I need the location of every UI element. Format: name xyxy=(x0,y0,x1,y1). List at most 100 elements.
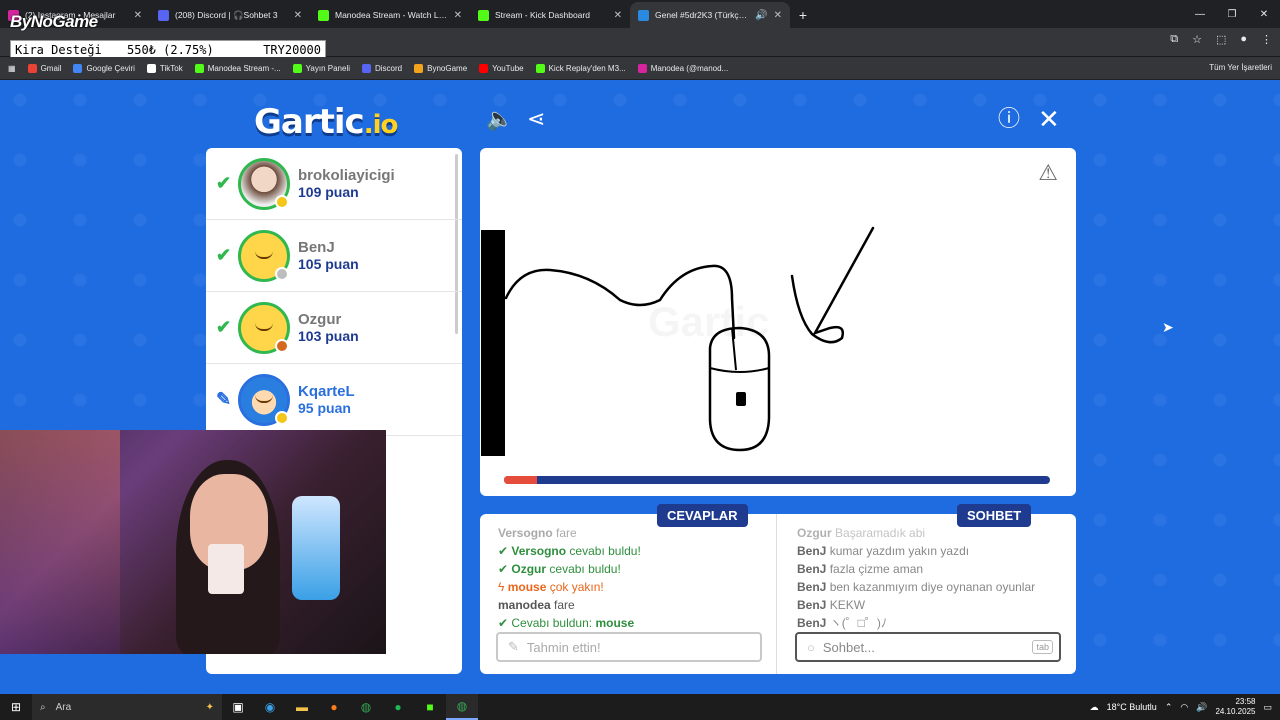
cast-icon[interactable]: ⧉ xyxy=(1170,33,1178,46)
kick-app-icon[interactable]: ■ xyxy=(414,694,446,720)
bookmark[interactable]: Discord xyxy=(362,63,402,73)
tiktok-icon xyxy=(146,63,156,73)
kick-icon xyxy=(194,63,204,73)
close-tab-icon[interactable]: ✕ xyxy=(134,10,142,21)
chat-input[interactable]: ○ Sohbet... tab xyxy=(795,632,1061,662)
all-bookmarks[interactable]: Tüm Yer İşaretleri xyxy=(1209,63,1272,72)
player-row[interactable]: ✎ KqarteL 95 puan xyxy=(206,364,462,436)
player-row[interactable]: ✔ Ozgur 103 puan xyxy=(206,292,462,364)
edge-icon[interactable]: ◉ xyxy=(254,694,286,720)
browser-tab-bar: (2) Instagram • Mesajlar ✕ (208) Discord… xyxy=(0,0,1280,28)
guess-input[interactable]: ✎ Tahmin ettin! xyxy=(496,632,762,662)
player-name: brokoliayicigi xyxy=(298,167,395,184)
chat-panel: SOHBET Ozgur Başaramadık abi BenJ kumar … xyxy=(776,504,1076,674)
player-score: 95 puan xyxy=(298,400,351,416)
close-tab-icon[interactable]: ✕ xyxy=(294,10,302,21)
timer-fill xyxy=(504,476,537,484)
avatar xyxy=(238,157,290,210)
bookmark[interactable]: BynoGame xyxy=(414,63,467,73)
chat-placeholder: Sohbet... xyxy=(822,639,875,655)
player-score: 109 puan xyxy=(298,184,359,200)
player-name: KqarteL xyxy=(298,383,355,400)
weather-icon[interactable]: ☁ xyxy=(1090,702,1099,713)
close-tab-icon[interactable]: ✕ xyxy=(614,10,622,21)
trophy-icon xyxy=(275,410,289,425)
drawing-board[interactable]: Gartic ⚠ xyxy=(480,148,1076,496)
firefox-icon[interactable]: ● xyxy=(318,694,350,720)
sound-icon[interactable]: 🔈 xyxy=(486,108,513,130)
rank-badge xyxy=(275,194,289,209)
bookmark[interactable]: Yayın Paneli xyxy=(292,63,350,73)
bookmark[interactable]: Gmail xyxy=(27,63,61,73)
share-icon[interactable]: ⋖ xyxy=(527,108,545,130)
info-icon[interactable]: ⓘ xyxy=(998,108,1020,130)
profile-icon[interactable]: ● xyxy=(1240,33,1247,46)
browser-tab-active[interactable]: Genel #5dr2K3 (Türkçe) - G 🔊 ✕ xyxy=(630,2,790,28)
answer-line: Versogno fare xyxy=(498,526,577,540)
mouse-cursor-icon: ➤ xyxy=(1162,319,1174,335)
wifi-icon[interactable]: ◠ xyxy=(1180,702,1188,713)
task-view-icon[interactable]: ▣ xyxy=(222,694,254,720)
answer-line: ✔ Versogno cevabı buldu! xyxy=(498,544,641,558)
browser-tab[interactable]: Stream - Kick Dashboard ✕ xyxy=(470,2,630,28)
clock[interactable]: 23:58 24.10.2025 xyxy=(1215,697,1255,717)
youtube-icon xyxy=(479,63,489,73)
guess-placeholder: Tahmin ettin! xyxy=(526,639,601,655)
volume-icon[interactable]: 🔊 xyxy=(1196,702,1207,713)
close-tab-icon[interactable]: ✕ xyxy=(774,10,782,21)
restore-icon[interactable]: ❐ xyxy=(1216,0,1248,28)
close-icon[interactable]: ✕ xyxy=(1038,106,1060,132)
drawing-stroke-bar xyxy=(481,230,505,456)
apps-icon[interactable]: ▦ xyxy=(8,64,16,73)
taskbar-search[interactable]: ⌕ Ara ✦ xyxy=(32,694,222,720)
bookmark[interactable]: TikTok xyxy=(146,63,183,73)
player-row[interactable]: ✔ BenJ 105 puan xyxy=(206,220,462,292)
avatar xyxy=(238,373,290,426)
drawing-check-mark xyxy=(790,226,875,344)
bookmark[interactable]: YouTube xyxy=(479,63,524,73)
tab-title: Genel #5dr2K3 (Türkçe) - G xyxy=(655,10,749,20)
player-name: Ozgur xyxy=(298,311,342,328)
report-warning-icon[interactable]: ⚠ xyxy=(1038,160,1058,186)
check-icon: ✔ xyxy=(216,317,232,337)
player-row[interactable]: ✔ brokoliayicigi 109 puan xyxy=(206,148,462,220)
browser-tab[interactable]: Manodea Stream - Watch Live ✕ xyxy=(310,2,470,28)
answer-line: manodea fare xyxy=(498,598,575,612)
drawing-scroll-wheel xyxy=(736,392,746,406)
spotify-icon[interactable]: ● xyxy=(382,694,414,720)
chevron-up-icon[interactable]: ⌃ xyxy=(1165,702,1173,713)
sparkle-icon: ✦ xyxy=(205,701,214,713)
answer-line: ✔ Cevabı buldun: mouse xyxy=(498,616,635,630)
rank-badge xyxy=(275,266,289,281)
close-tab-icon[interactable]: ✕ xyxy=(454,10,462,21)
weather-text[interactable]: 18°C Bulutlu xyxy=(1107,702,1157,712)
drawing-cable xyxy=(504,264,736,340)
bookmark[interactable]: Manodea (@manod... xyxy=(637,63,728,73)
chat-line: BenJ kumar yazdım yakın yazdı xyxy=(797,544,970,558)
check-icon: ✔ xyxy=(216,173,232,193)
extensions-icon[interactable]: ⬚ xyxy=(1216,33,1226,46)
close-window-icon[interactable]: ✕ xyxy=(1248,0,1280,28)
new-tab-button[interactable]: + xyxy=(790,2,816,28)
notification-icon[interactable]: ▭ xyxy=(1263,702,1272,713)
star-icon[interactable]: ☆ xyxy=(1192,33,1202,46)
pencil-icon: ✎ xyxy=(508,639,519,654)
browser-tab[interactable]: (208) Discord | 🎧Sohbet 3 ✕ xyxy=(150,2,310,28)
translate-icon xyxy=(73,63,83,73)
minimize-icon[interactable]: — xyxy=(1184,0,1216,28)
speaker-icon[interactable]: 🔊 xyxy=(755,10,767,21)
drawing-canvas[interactable] xyxy=(480,148,1076,496)
file-explorer-icon[interactable]: ▬ xyxy=(286,694,318,720)
bookmark[interactable]: Manodea Stream -... xyxy=(194,63,281,73)
check-icon: ✔ xyxy=(216,245,232,265)
clock-date: 24.10.2025 xyxy=(1215,707,1256,716)
bookmark[interactable]: Google Çeviri xyxy=(73,63,135,73)
bynogame-icon xyxy=(414,63,424,73)
answers-list: Versogno fare ✔ Versogno cevabı buldu! ✔… xyxy=(498,524,764,632)
windows-start-icon[interactable]: ⊞ xyxy=(0,694,32,720)
bookmark[interactable]: Kick Replay'den M3... xyxy=(535,63,626,73)
chrome-active-icon[interactable]: ◍ xyxy=(446,694,478,720)
chrome-icon[interactable]: ◍ xyxy=(350,694,382,720)
gmail-icon xyxy=(27,63,37,73)
menu-icon[interactable]: ⋮ xyxy=(1261,33,1272,46)
